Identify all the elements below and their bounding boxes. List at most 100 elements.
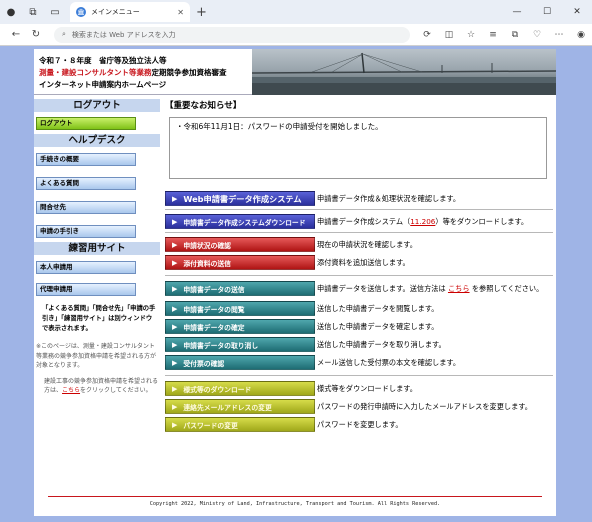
site-title-line1: 令和７・８年度 省庁等及独立法人等 — [39, 56, 167, 65]
send-data-button[interactable]: ▶ 申請書データの送信 — [165, 281, 315, 296]
url-input[interactable]: ⌕ 検索または Web アドレスを入力 — [54, 26, 410, 43]
confirm-data-button[interactable]: ▶ 申請書データの確定 — [165, 319, 315, 334]
notice-title: 【重要なお知らせ】 — [165, 101, 242, 111]
site-header: 令和７・８年度 省庁等及独立法人等 測量・建設コンサルタント等業務定期競争参加資… — [34, 49, 556, 95]
divider — [165, 232, 553, 233]
tab-title: メインメニュー — [91, 8, 140, 16]
password-change-desc: パスワードを変更します。 — [317, 419, 403, 429]
browser-essentials-icon[interactable]: ♡ — [526, 25, 548, 45]
menu-row-attachments: ▶ 添付資料の送信 添付資料を追加送信します。 — [165, 255, 553, 270]
copyright: Copyright 2022, Ministry of Land, Infras… — [149, 501, 441, 507]
menu-row-status: ▶ 申請状況の確認 現在の申請状況を確認します。 — [165, 237, 553, 252]
arrow-right-icon: ▶ — [172, 240, 178, 249]
target-note: ※このページは、測量・建設コンサルタント等業務の競争参加資格申請を希望される方が… — [36, 343, 157, 369]
status-check-desc: 現在の申請状況を確認します。 — [317, 239, 417, 249]
minimize-icon[interactable]: — — [502, 0, 532, 24]
arrow-right-icon: ▶ — [172, 217, 178, 226]
web-create-button[interactable]: ▶ Web申請書データ作成システム — [165, 191, 315, 206]
cancel-data-button[interactable]: ▶ 申請書データの取り消し — [165, 337, 315, 352]
email-change-button[interactable]: ▶ 連絡先メールアドレスの変更 — [165, 399, 315, 414]
download-system-desc: 申請書データ作成システム（11.206）等をダウンロードします。 — [317, 216, 529, 226]
divider — [165, 209, 553, 210]
new-tab-icon[interactable]: + — [196, 5, 207, 20]
url-placeholder: 検索または Web アドレスを入力 — [71, 30, 176, 39]
refresh-icon[interactable]: ↻ — [26, 25, 46, 45]
window-note: 「よくある質問」「問合せ先」「申請の手引き」「練習用サイト」は別ウィンドウで表示… — [42, 305, 156, 332]
arrow-right-icon: ▶ — [172, 358, 178, 367]
page-viewport: 令和７・８年度 省庁等及独立法人等 測量・建設コンサルタント等業務定期競争参加資… — [0, 46, 592, 522]
forms-download-button[interactable]: ▶ 様式等のダウンロード — [165, 381, 315, 396]
collections-icon[interactable]: ⧉ — [504, 25, 526, 45]
favicon-icon: 🏛 — [76, 7, 86, 17]
email-change-desc: パスワードの発行申請時に入力したメールアドレスを変更します。 — [317, 401, 532, 411]
arrow-right-icon: ▶ — [172, 194, 178, 203]
helpdesk-heading: ヘルプデスク — [34, 134, 160, 147]
tab-actions-icon[interactable]: ▭ — [44, 1, 66, 23]
logout-heading: ログアウト — [34, 99, 160, 112]
arrow-right-icon: ▶ — [172, 284, 178, 293]
send-data-desc: 申請書データを送信します。送信方法は こちら を参照してください。 — [317, 283, 544, 293]
receipt-check-button[interactable]: ▶ 受付票の確認 — [165, 355, 315, 370]
browser-toolbar: ⟳ ◫ ☆ ≡ ⧉ ♡ ⋯ ◉ — [416, 25, 592, 45]
browser-tab[interactable]: 🏛 メインメニュー ✕ — [70, 2, 190, 22]
menu-row-view-data: ▶ 申請書データの閲覧 送信した申請書データを閲覧します。 — [165, 301, 553, 316]
web-create-desc: 申請書データ作成＆処理状況を確認します。 — [317, 193, 461, 203]
arrow-right-icon: ▶ — [172, 322, 178, 331]
practice-self-button[interactable]: 本人申請用 — [36, 261, 136, 274]
help-contact-button[interactable]: 問合せ先 — [36, 201, 136, 214]
window-controls: — ☐ ✕ — [502, 0, 592, 24]
page-container: 令和７・８年度 省庁等及独立法人等 測量・建設コンサルタント等業務定期競争参加資… — [34, 49, 556, 516]
notice-box[interactable]: ・令和6年11月1日：パスワードの申請受付を開始しました。 — [169, 117, 547, 179]
extension-icon[interactable]: ⟳ — [416, 25, 438, 45]
site-title-line3: インターネット申請案内ホームページ — [39, 80, 167, 89]
profile-icon[interactable]: ● — [0, 1, 22, 23]
cancel-data-desc: 送信した申請書データを取り消します。 — [317, 339, 446, 349]
menu-row-password-change: ▶ パスワードの変更 パスワードを変更します。 — [165, 417, 553, 432]
help-guide-button[interactable]: 申請の手引き — [36, 225, 136, 238]
maximize-icon[interactable]: ☐ — [532, 0, 562, 24]
close-tab-icon[interactable]: ✕ — [177, 8, 184, 17]
help-faq-button[interactable]: よくある質問 — [36, 177, 136, 190]
footer-divider — [48, 496, 542, 497]
status-check-button[interactable]: ▶ 申請状況の確認 — [165, 237, 315, 252]
help-overview-button[interactable]: 手続きの概要 — [36, 153, 136, 166]
confirm-data-desc: 送信した申請書データを確定します。 — [317, 321, 439, 331]
browser-tab-bar: ● ⧉ ▭ 🏛 メインメニュー ✕ + — ☐ ✕ — [0, 0, 592, 24]
version-link[interactable]: 11.206 — [410, 217, 435, 226]
more-menu-icon[interactable]: ⋯ — [548, 25, 570, 45]
close-window-icon[interactable]: ✕ — [562, 0, 592, 24]
practice-proxy-button[interactable]: 代理申請用 — [36, 283, 136, 296]
arrow-right-icon: ▶ — [172, 402, 178, 411]
copilot-icon[interactable]: ◉ — [570, 25, 592, 45]
header-bridge-photo — [252, 49, 556, 95]
divider — [165, 375, 553, 376]
password-change-button[interactable]: ▶ パスワードの変更 — [165, 417, 315, 432]
arrow-right-icon: ▶ — [172, 384, 178, 393]
send-method-link[interactable]: こちら — [448, 284, 470, 293]
site-title-line2: 測量・建設コンサルタント等業務定期競争参加資格審査 — [39, 68, 227, 77]
download-system-button[interactable]: ▶ 申請書データ作成システムダウンロード — [165, 214, 315, 229]
workspaces-icon[interactable]: ⧉ — [22, 1, 44, 23]
main-content: 【重要なお知らせ】 ・令和6年11月1日：パスワードの申請受付を開始しました。 … — [165, 99, 553, 432]
arrow-right-icon: ▶ — [172, 258, 178, 267]
logout-button[interactable]: ログアウト — [36, 117, 136, 130]
view-data-button[interactable]: ▶ 申請書データの閲覧 — [165, 301, 315, 316]
attachments-send-desc: 添付資料を追加送信します。 — [317, 257, 410, 267]
menu-row-download-system: ▶ 申請書データ作成システムダウンロード 申請書データ作成システム（11.206）… — [165, 214, 553, 229]
divider — [165, 275, 553, 276]
back-icon[interactable]: ← — [6, 25, 26, 45]
site-title: 令和７・８年度 省庁等及独立法人等 測量・建設コンサルタント等業務定期競争参加資… — [39, 55, 227, 91]
practice-heading: 練習用サイト — [34, 242, 160, 255]
menu-row-send-data: ▶ 申請書データの送信 申請書データを送信します。送信方法は こちら を参照してく… — [165, 281, 553, 296]
split-screen-icon[interactable]: ◫ — [438, 25, 460, 45]
arrow-right-icon: ▶ — [172, 304, 178, 313]
menu-row-confirm-data: ▶ 申請書データの確定 送信した申請書データを確定します。 — [165, 319, 553, 334]
attachments-send-button[interactable]: ▶ 添付資料の送信 — [165, 255, 315, 270]
favorites-list-icon[interactable]: ≡ — [482, 25, 504, 45]
menu-row-receipt: ▶ 受付票の確認 メール送信した受付票の本文を確認します。 — [165, 355, 553, 370]
search-icon: ⌕ — [62, 30, 66, 38]
view-data-desc: 送信した申請書データを閲覧します。 — [317, 303, 439, 313]
construction-link[interactable]: こちら — [62, 387, 80, 394]
menu-row-web-create: ▶ Web申請書データ作成システム 申請書データ作成＆処理状況を確認します。 — [165, 191, 553, 206]
favorite-icon[interactable]: ☆ — [460, 25, 482, 45]
